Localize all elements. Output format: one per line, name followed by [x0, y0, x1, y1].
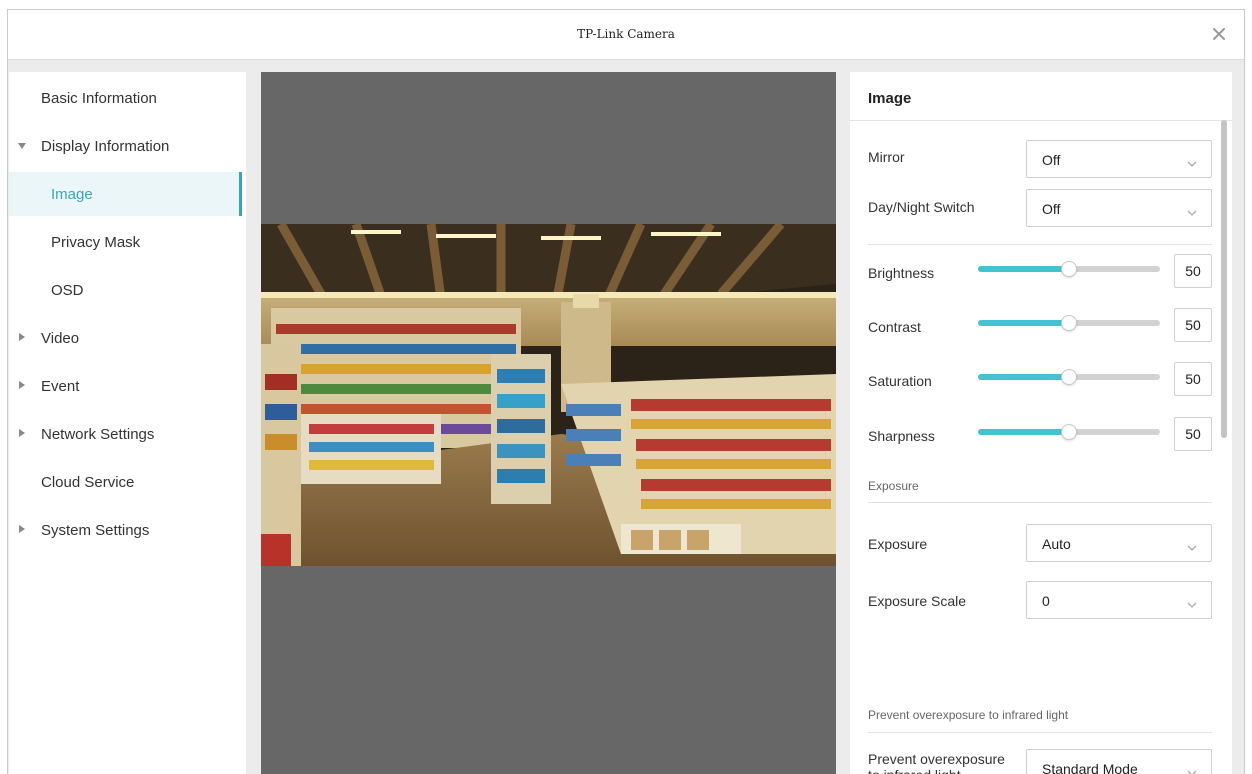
brightness-slider[interactable] — [978, 260, 1160, 278]
scrollbar-thumb[interactable] — [1221, 120, 1227, 438]
sidebar-item-basic-information[interactable]: Basic Information — [9, 76, 242, 120]
panel-scrollbar[interactable] — [1220, 120, 1228, 438]
sidebar-item-label: Display Information — [41, 138, 170, 155]
preview-image — [261, 224, 836, 566]
brightness-label: Brightness — [868, 265, 935, 281]
mirror-label: Mirror — [868, 149, 905, 165]
close-icon[interactable] — [1208, 23, 1230, 45]
divider — [868, 502, 1212, 503]
sidebar-item-label: System Settings — [41, 522, 150, 539]
exposure-select[interactable]: Auto — [1026, 524, 1212, 562]
sidebar-item-label: Basic Information — [41, 90, 157, 107]
infrared-label: Prevent overexposure to infrared light — [868, 751, 1005, 774]
slider-thumb[interactable] — [1061, 315, 1077, 331]
slider-fill — [978, 374, 1069, 380]
mirror-select[interactable]: Off — [1026, 140, 1212, 178]
slider-fill — [978, 266, 1069, 272]
image-settings-panel: Image Mirror Off Day/Night Switch Off Br… — [850, 72, 1232, 774]
sidebar-item-network-settings[interactable]: Network Settings — [9, 412, 242, 456]
sidebar-item-label: Event — [41, 378, 80, 395]
slider-fill — [978, 320, 1069, 326]
sidebar-item-label: Privacy Mask — [51, 234, 141, 251]
slider-fill — [978, 429, 1069, 435]
exposure-scale-value: 0 — [1042, 593, 1050, 609]
caret-right-icon — [19, 381, 25, 389]
sidebar-item-display-information[interactable]: Display Information — [9, 124, 242, 168]
title-bar: TP-Link Camera — [8, 10, 1244, 60]
sidebar: Basic Information Display Information Im… — [9, 72, 246, 774]
slider-thumb[interactable] — [1061, 261, 1077, 277]
sidebar-item-osd[interactable]: OSD — [9, 268, 242, 312]
exposure-label: Exposure — [868, 536, 928, 552]
saturation-label: Saturation — [868, 373, 932, 389]
chevron-down-icon — [1187, 155, 1197, 173]
chevron-down-icon — [1187, 764, 1197, 774]
exposure-section-title: Exposure — [868, 479, 919, 493]
mirror-value: Off — [1042, 152, 1061, 168]
exposure-scale-select[interactable]: 0 — [1026, 581, 1212, 619]
infrared-mode-select[interactable]: Standard Mode — [1026, 749, 1212, 774]
camera-window: TP-Link Camera Basic Information Display… — [7, 9, 1245, 774]
saturation-value[interactable]: 50 — [1174, 362, 1212, 396]
sidebar-item-privacy-mask[interactable]: Privacy Mask — [9, 220, 242, 264]
divider — [850, 120, 1232, 121]
sidebar-item-label: Network Settings — [41, 426, 155, 443]
sharpness-label: Sharpness — [868, 428, 935, 444]
infrared-mode-value: Standard Mode — [1042, 761, 1138, 774]
sidebar-item-event[interactable]: Event — [9, 364, 242, 408]
day-night-select[interactable]: Off — [1026, 189, 1212, 227]
sharpness-value[interactable]: 50 — [1174, 417, 1212, 451]
caret-right-icon — [19, 333, 25, 341]
caret-right-icon — [19, 429, 25, 437]
day-night-value: Off — [1042, 201, 1061, 217]
exposure-scale-label: Exposure Scale — [868, 593, 967, 609]
brightness-value[interactable]: 50 — [1174, 254, 1212, 288]
chevron-down-icon — [1187, 596, 1197, 614]
sidebar-item-label: Cloud Service — [41, 474, 135, 491]
divider — [868, 732, 1212, 733]
saturation-slider[interactable] — [978, 368, 1160, 386]
exposure-value: Auto — [1042, 536, 1071, 552]
panel-title: Image — [868, 90, 912, 107]
sidebar-item-video[interactable]: Video — [9, 316, 242, 360]
sidebar-item-system-settings[interactable]: System Settings — [9, 508, 242, 552]
chevron-down-icon — [1187, 204, 1197, 222]
slider-thumb[interactable] — [1061, 424, 1077, 440]
sharpness-slider[interactable] — [978, 423, 1160, 441]
sidebar-item-image[interactable]: Image — [9, 172, 242, 216]
sidebar-item-label: Video — [41, 330, 80, 347]
contrast-value[interactable]: 50 — [1174, 308, 1212, 342]
sidebar-item-label: OSD — [51, 282, 84, 299]
sidebar-item-cloud-service[interactable]: Cloud Service — [9, 460, 242, 504]
chevron-down-icon — [1187, 539, 1197, 557]
infrared-section-title: Prevent overexposure to infrared light — [868, 708, 1069, 722]
contrast-slider[interactable] — [978, 314, 1160, 332]
slider-thumb[interactable] — [1061, 369, 1077, 385]
camera-preview — [261, 72, 836, 774]
contrast-label: Contrast — [868, 319, 921, 335]
caret-down-icon — [18, 143, 26, 149]
divider — [868, 244, 1212, 245]
sidebar-item-label: Image — [51, 186, 93, 203]
day-night-label: Day/Night Switch — [868, 199, 975, 215]
caret-right-icon — [19, 525, 25, 533]
window-title: TP-Link Camera — [577, 27, 675, 41]
